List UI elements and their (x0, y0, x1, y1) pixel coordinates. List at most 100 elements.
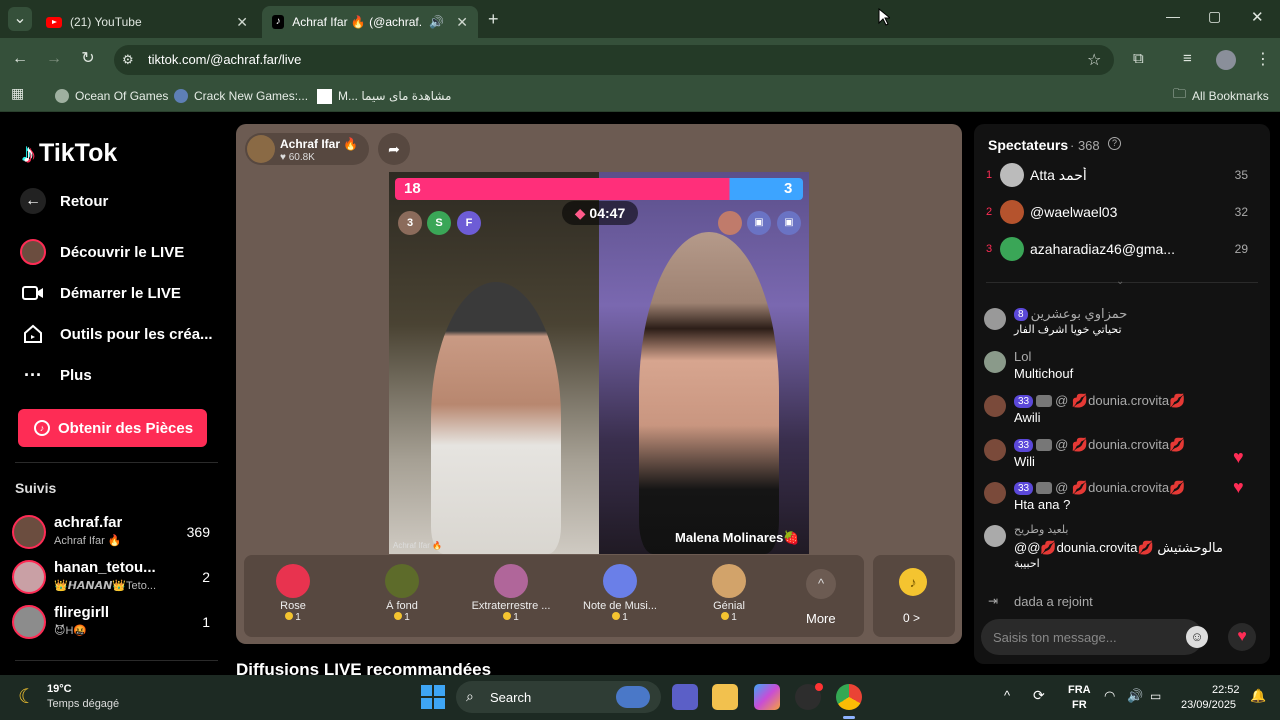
extensions-icon[interactable]: ⧉ (1133, 50, 1144, 67)
reload-icon[interactable]: ↻ (76, 47, 100, 71)
avatar[interactable] (984, 482, 1006, 504)
nav-label: Découvrir le LIVE (60, 243, 185, 261)
live-video-opponent[interactable] (599, 172, 809, 554)
help-icon[interactable]: ? (1108, 137, 1121, 150)
supporter-avatar[interactable] (718, 211, 742, 235)
score-left: 18 (404, 180, 421, 197)
live-video-host[interactable] (389, 172, 599, 554)
chat-input[interactable]: Saisis ton message... (993, 630, 1117, 645)
avatar[interactable] (984, 351, 1006, 373)
chat-user[interactable]: 8 حمزاوي بوعشرين (1014, 306, 1127, 322)
following-item[interactable]: achraf.far Achraf Ifar 🔥 369 (12, 512, 222, 552)
gift-name: Génial (713, 600, 745, 612)
battery-icon[interactable]: ▭ (1150, 689, 1161, 703)
like-heart-button[interactable]: ♥ (1228, 623, 1256, 651)
file-explorer-icon[interactable] (712, 684, 738, 710)
profile-avatar[interactable] (1216, 50, 1236, 70)
teams-icon[interactable] (672, 684, 698, 710)
chat-user[interactable]: Lol (1014, 349, 1031, 364)
close-tab-icon[interactable]: ✕ (236, 14, 248, 31)
top-viewer[interactable]: 3 azaharadiaz46@gma... 29 (986, 237, 1262, 265)
language-top[interactable]: FRA (1068, 684, 1091, 696)
url-text[interactable]: tiktok.com/@achraf.far/live (148, 52, 301, 67)
gift-name: Rose (280, 600, 306, 612)
chat-user[interactable]: 33 @ 💋dounia.crovita💋 (1014, 437, 1185, 453)
forward-arrow-icon[interactable]: → (42, 47, 66, 71)
avatar[interactable] (984, 525, 1006, 547)
minimize-button[interactable]: — (1166, 8, 1180, 24)
bookmark-item[interactable]: Ocean Of Games (55, 86, 168, 106)
volume-icon[interactable]: 🔊 (1127, 688, 1143, 704)
bookmark-item[interactable]: Crack New Games:... (174, 86, 308, 106)
clock-time[interactable]: 22:52 (1212, 684, 1240, 696)
tab-tiktok-live[interactable]: ♪ Achraf Ifar 🔥 (@achraf.far) 🔊 ✕ (262, 6, 478, 38)
language-bottom[interactable]: FR (1072, 699, 1087, 711)
supporter-avatar[interactable]: F (457, 211, 481, 235)
top-viewer[interactable]: 1 Atta أحمد 35 (986, 163, 1262, 191)
weather-desc[interactable]: Temps dégagé (47, 698, 119, 710)
share-button[interactable]: ➦ (378, 133, 410, 165)
emoji-icon[interactable]: ☺ (1186, 626, 1208, 648)
back-arrow-icon[interactable]: ← (8, 47, 32, 71)
chat-user[interactable]: 33 @ 💋dounia.crovita💋 (1014, 480, 1185, 496)
gift-a-fond[interactable]: À fond 1 (352, 560, 452, 632)
avatar[interactable] (984, 308, 1006, 330)
site-info-icon[interactable]: ⚙ (122, 52, 134, 68)
coin-balance-value[interactable]: 0 > (903, 611, 920, 625)
gift-rose[interactable]: Rose 1 (243, 560, 343, 632)
weather-temp[interactable]: 19°C (47, 683, 72, 695)
nav-discover-live[interactable]: Découvrir le LIVE (20, 237, 184, 267)
chevron-up-icon[interactable]: ^ (806, 569, 836, 599)
chrome-icon[interactable] (836, 684, 862, 710)
supporter-avatar[interactable]: S (427, 211, 451, 235)
bookmark-star-icon[interactable]: ☆ (1087, 50, 1101, 70)
gift-price: 1 (679, 612, 779, 623)
nav-more[interactable]: ··· Plus (20, 360, 92, 390)
bookmark-item[interactable]: M... مشاهدة ماى سيما (317, 86, 451, 106)
avatar[interactable] (984, 439, 1006, 461)
gift-extraterrestre[interactable]: Extraterrestre ... 1 (461, 560, 561, 632)
maximize-button[interactable]: ▢ (1208, 8, 1221, 25)
following-item[interactable]: hanan_tetou... 👑𝙃𝘼𝙉𝘼𝙉👑Teto... 2 (12, 557, 222, 597)
get-coins-button[interactable]: ♪ Obtenir des Pièces (18, 409, 207, 447)
nav-creator-tools[interactable]: Outils pour les créa... (20, 319, 213, 349)
sync-icon[interactable]: ⟳ (1033, 687, 1045, 704)
chevron-down-icon[interactable]: ⌄ (1116, 276, 1124, 287)
tab-search-chevron-icon[interactable]: ⌄ (8, 7, 32, 31)
avatar[interactable] (984, 395, 1006, 417)
close-tab-icon[interactable]: ✕ (456, 14, 468, 31)
gift-genial[interactable]: Génial 1 (679, 560, 779, 632)
wifi-icon[interactable]: ◠ (1104, 688, 1115, 704)
host-name[interactable]: Achraf Ifar 🔥 (280, 137, 358, 151)
new-tab-button[interactable]: + (488, 9, 499, 30)
nav-back[interactable]: ← Retour (20, 186, 108, 216)
tab-youtube[interactable]: (21) YouTube ✕ (36, 6, 258, 38)
clock-date[interactable]: 23/09/2025 (1181, 699, 1236, 711)
all-bookmarks[interactable]: 🗀 All Bookmarks (1173, 86, 1269, 106)
copilot-icon[interactable] (754, 684, 780, 710)
gift-note-musique[interactable]: Note de Musi... 1 (570, 560, 670, 632)
tiktok-logo[interactable]: ♪ TikTok (22, 138, 117, 169)
nav-start-live[interactable]: Démarrer le LIVE (20, 278, 181, 308)
media-controls-icon[interactable]: ≡ (1183, 50, 1192, 67)
top-viewer[interactable]: 2 @waelwael03 32 (986, 200, 1262, 228)
more-gifts-button[interactable]: More (806, 611, 836, 626)
speaker-icon[interactable]: 🔊 (429, 15, 444, 29)
apps-grid-icon[interactable]: ▦ (11, 85, 24, 102)
search-label[interactable]: Search (490, 690, 531, 705)
host-avatar[interactable] (247, 135, 275, 163)
viewers-title[interactable]: Spectateurs (988, 137, 1068, 153)
windows-start-icon[interactable] (421, 685, 445, 709)
notifications-bell-icon[interactable]: 🔔 (1250, 688, 1266, 704)
house-icon (20, 321, 46, 347)
avatar (1000, 237, 1024, 261)
following-item[interactable]: fliregirll 😈H🤬 1 (12, 602, 222, 642)
globe-icon (55, 89, 69, 103)
close-window-button[interactable]: ✕ (1251, 8, 1264, 26)
avatar (1000, 200, 1024, 224)
menu-kebab-icon[interactable]: ⋮ (1255, 49, 1271, 69)
chat-user[interactable]: بلعيد وطريح (1014, 523, 1068, 536)
chevron-up-icon[interactable]: ^ (1004, 688, 1010, 703)
chat-user[interactable]: 33 @ 💋dounia.crovita💋 (1014, 393, 1185, 409)
supporter-avatar[interactable]: 3 (398, 211, 422, 235)
